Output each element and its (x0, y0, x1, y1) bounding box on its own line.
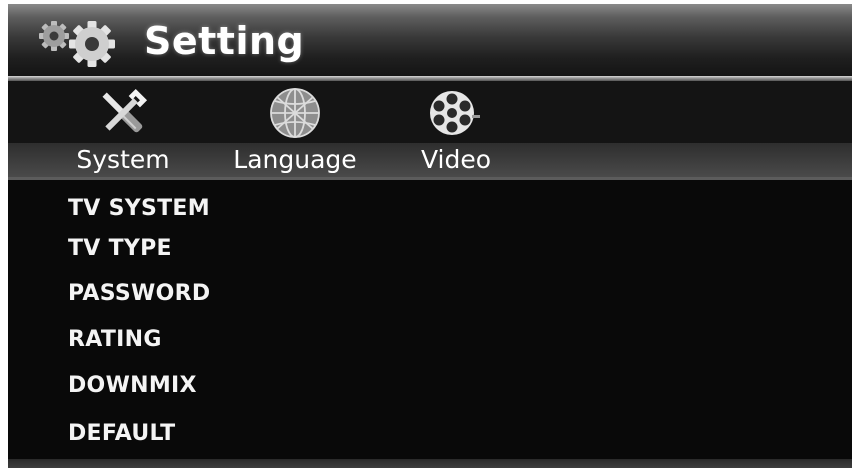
page-title: Setting (144, 19, 305, 63)
tools-icon (102, 88, 148, 133)
bottom-bar (8, 459, 852, 468)
menu-item-tv-type[interactable]: TV TYPE (68, 236, 172, 261)
tab-video-label: Video (420, 145, 492, 174)
tab-video[interactable]: Video (402, 81, 510, 180)
menu-item-default[interactable]: DEFAULT (68, 421, 176, 446)
tab-language[interactable]: Language (220, 81, 370, 180)
film-reel-icon (430, 91, 480, 135)
tab-language-label: Language (233, 145, 357, 174)
settings-menu: TV SYSTEM TV TYPE PASSWORD RATING DOWNMI… (8, 180, 852, 452)
tab-system-label: System (76, 145, 170, 174)
menu-item-password[interactable]: PASSWORD (68, 281, 210, 306)
menu-item-downmix[interactable]: DOWNMIX (68, 373, 197, 398)
settings-screen: Setting System Language Video TV SYSTEM … (8, 4, 852, 468)
tab-system[interactable]: System (64, 81, 182, 180)
tab-bar: System Language Video (8, 81, 852, 180)
menu-item-tv-system[interactable]: TV SYSTEM (68, 196, 210, 221)
gears-icon (39, 21, 115, 67)
menu-item-rating[interactable]: RATING (68, 327, 162, 352)
title-bar: Setting (8, 4, 852, 76)
globe-icon (270, 88, 320, 138)
